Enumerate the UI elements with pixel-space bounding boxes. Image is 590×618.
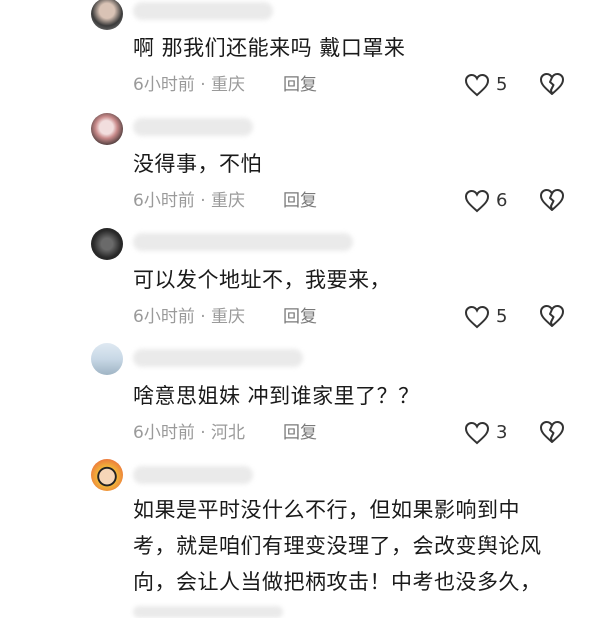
comment-location: 重庆: [211, 75, 246, 95]
username-redacted[interactable]: [133, 349, 303, 367]
comment-text: 可以发个地址不，我要来，: [133, 268, 391, 292]
username-redacted[interactable]: [133, 233, 353, 251]
dislike-button[interactable]: [539, 188, 565, 214]
dislike-button[interactable]: [539, 420, 565, 446]
truncated-line-redacted: [133, 606, 283, 618]
username-redacted[interactable]: [133, 118, 253, 136]
avatar[interactable]: [91, 343, 123, 375]
comment-meta: 6小时前 · 重庆: [133, 189, 245, 213]
heart-icon: [464, 421, 490, 445]
comment-time: 6小时前: [133, 191, 195, 211]
dislike-button[interactable]: [539, 304, 565, 330]
avatar[interactable]: [91, 228, 123, 260]
broken-heart-icon: [539, 304, 565, 328]
heart-icon: [464, 305, 490, 329]
reply-button[interactable]: 回复: [283, 421, 317, 445]
comment-location: 重庆: [211, 307, 246, 327]
comment-time: 6小时前: [133, 75, 195, 95]
avatar[interactable]: [91, 459, 123, 491]
like-button[interactable]: 5: [464, 72, 507, 98]
comment-location: 重庆: [211, 191, 246, 211]
reply-button[interactable]: 回复: [283, 305, 317, 329]
like-button[interactable]: 6: [464, 188, 507, 214]
meta-separator: ·: [194, 191, 212, 211]
heart-icon: [464, 189, 490, 213]
username-redacted[interactable]: [133, 466, 253, 484]
comment-location: 河北: [211, 423, 246, 443]
comment-meta: 6小时前 · 重庆: [133, 305, 245, 329]
comment-text: 如果是平时没什么不行，但如果影响到中 考，就是咱们有理变没理了，会改变舆论风 向…: [133, 498, 542, 594]
like-button[interactable]: 3: [464, 420, 507, 446]
like-button[interactable]: 5: [464, 304, 507, 330]
broken-heart-icon: [539, 420, 565, 444]
avatar[interactable]: [91, 113, 123, 145]
comment-meta: 6小时前 · 重庆: [133, 73, 245, 97]
avatar[interactable]: [91, 0, 123, 30]
comment-time: 6小时前: [133, 307, 195, 327]
broken-heart-icon: [539, 188, 565, 212]
like-count: 6: [496, 190, 508, 211]
comment-meta: 6小时前 · 河北: [133, 421, 245, 445]
reply-button[interactable]: 回复: [283, 73, 317, 97]
meta-separator: ·: [194, 307, 212, 327]
comment-text: 啥意思姐妹 冲到谁家里了？？: [133, 384, 420, 408]
like-count: 5: [496, 306, 508, 327]
meta-separator: ·: [194, 423, 212, 443]
heart-icon: [464, 73, 490, 97]
broken-heart-icon: [539, 72, 565, 96]
meta-separator: ·: [194, 75, 212, 95]
like-count: 3: [496, 422, 508, 443]
reply-button[interactable]: 回复: [283, 189, 317, 213]
like-count: 5: [496, 74, 508, 95]
username-redacted[interactable]: [133, 2, 273, 20]
comment-time: 6小时前: [133, 423, 195, 443]
comment-text: 啊 那我们还能来吗 戴口罩来: [133, 36, 406, 60]
comment-text: 没得事，不怕: [133, 152, 262, 176]
dislike-button[interactable]: [539, 72, 565, 98]
